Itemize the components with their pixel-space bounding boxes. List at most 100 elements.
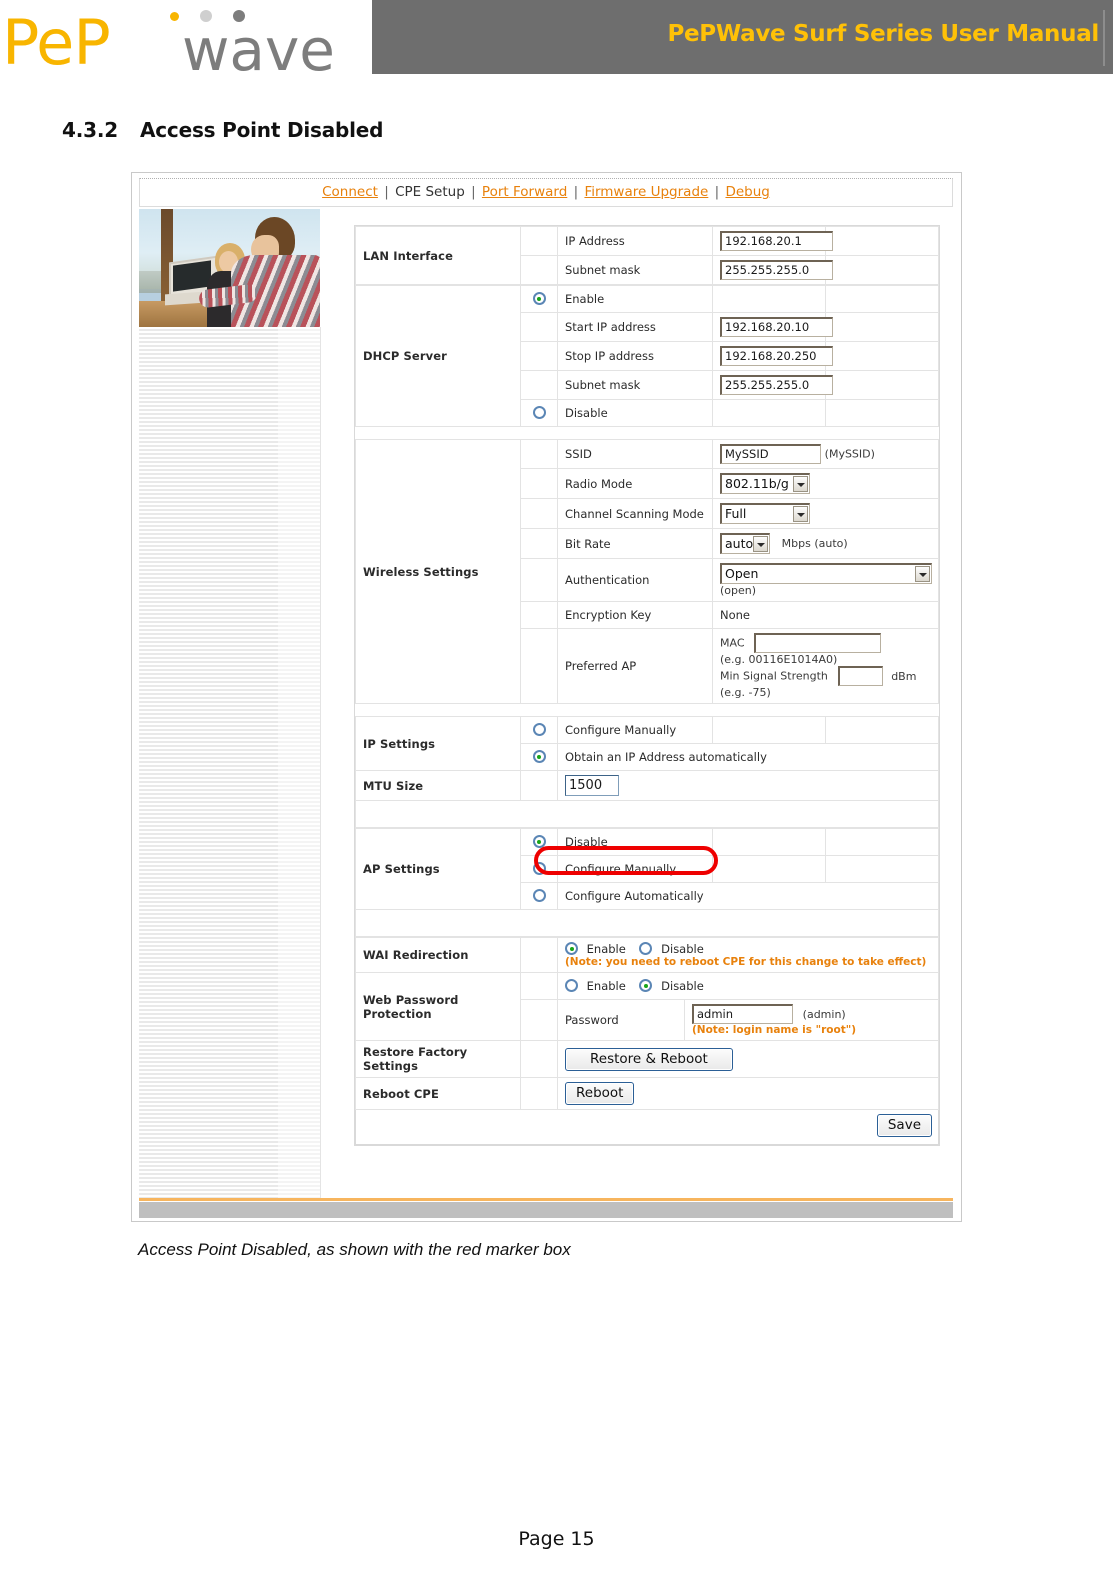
nav-separator: |: [573, 184, 579, 200]
header-title-rule: [1103, 10, 1105, 66]
spacer-cell: [520, 312, 558, 342]
system-settings-group: WAI Redirection Enable Disable (Note: yo…: [355, 937, 939, 1110]
empty-cell: [825, 828, 939, 856]
nav-link-port-forward[interactable]: Port Forward: [482, 184, 567, 200]
chevron-down-icon[interactable]: [793, 506, 808, 522]
wai-disable-label: Disable: [661, 942, 704, 956]
wai-enable-radio[interactable]: [565, 942, 578, 955]
footer-accent-line: [139, 1198, 953, 1201]
radio-mode-select[interactable]: 802.11b/g: [720, 473, 810, 494]
radio-mode-selected-value: 802.11b/g: [725, 476, 789, 491]
preferred-ap-mac-hint: (e.g. 00116E1014A0): [720, 653, 838, 666]
ssid-input[interactable]: MySSID: [720, 444, 821, 464]
authentication-select[interactable]: Open: [720, 563, 932, 584]
save-button[interactable]: Save: [876, 1114, 932, 1137]
spacer-cell: [520, 770, 558, 801]
chevron-down-icon[interactable]: [753, 536, 768, 552]
bit-rate-selected-value: auto: [725, 536, 754, 551]
ap-manual-radio-cell[interactable]: [520, 855, 558, 883]
nav-link-firmware-upgrade[interactable]: Firmware Upgrade: [584, 184, 708, 200]
dhcp-enable-radio-cell[interactable]: [520, 285, 558, 313]
browser-status-bar: [139, 1202, 953, 1218]
web-password-enable-radio[interactable]: [565, 979, 578, 992]
dhcp-subnet-mask-value-cell: 255.255.255.0: [712, 370, 833, 400]
reboot-button[interactable]: Reboot: [565, 1082, 635, 1105]
lan-subnet-mask-value-cell: 255.255.255.0: [712, 255, 833, 285]
ap-disable-radio[interactable]: [532, 835, 546, 848]
spacer-cell: [520, 601, 558, 629]
ap-configure-manually-radio[interactable]: [532, 862, 546, 875]
web-password-protection-label: Web Password Protection: [355, 972, 521, 1041]
logo-dot-yellow-icon: [170, 12, 179, 21]
lan-subnet-mask-input[interactable]: 255.255.255.0: [720, 260, 833, 280]
table-row-spacer: [355, 909, 939, 937]
ap-settings-group: AP Settings Disable Configure Manually C…: [355, 828, 939, 937]
preferred-ap-signal-label: Min Signal Strength: [720, 669, 828, 683]
empty-cell: [825, 370, 939, 400]
mtu-size-input[interactable]: 1500: [565, 775, 619, 796]
lan-ip-address-input[interactable]: 192.168.20.1: [720, 231, 833, 251]
spacer-cell: [520, 468, 558, 499]
chevron-down-icon[interactable]: [793, 476, 808, 492]
group-gap: [355, 427, 939, 439]
dhcp-stop-ip-input[interactable]: 192.168.20.250: [720, 346, 833, 366]
ip-obtain-automatically-radio[interactable]: [532, 750, 546, 763]
cpe-setup-panel: LAN Interface IP Address 192.168.20.1 Su…: [354, 225, 940, 1146]
password-input[interactable]: admin: [692, 1004, 793, 1024]
ap-disable-radio-cell[interactable]: [520, 828, 558, 856]
table-row: DHCP Server Enable: [355, 285, 939, 427]
dhcp-disable-radio-cell[interactable]: [520, 399, 558, 427]
empty-cell: [825, 716, 939, 744]
bit-rate-select[interactable]: auto: [720, 533, 770, 554]
dhcp-enable-label: Enable: [557, 285, 713, 313]
empty-cell: [712, 285, 826, 313]
dhcp-disable-radio[interactable]: [532, 406, 546, 419]
dhcp-start-ip-label: Start IP address: [557, 312, 713, 342]
wireless-settings-label: Wireless Settings: [355, 439, 521, 704]
empty-cell: [825, 399, 939, 427]
dhcp-enable-radio[interactable]: [532, 292, 546, 305]
preferred-ap-signal-hint: (e.g. -75): [720, 686, 771, 699]
authentication-selected-value: Open: [725, 566, 759, 581]
channel-scanning-mode-label: Channel Scanning Mode: [557, 498, 713, 529]
lan-ip-address-value-cell: 192.168.20.1: [712, 226, 833, 256]
channel-scanning-mode-select[interactable]: Full: [720, 503, 810, 524]
preferred-ap-signal-input[interactable]: [837, 666, 883, 686]
page-title: 4.3.2 Access Point Disabled: [62, 118, 383, 142]
empty-cell: [712, 828, 826, 856]
ip-manual-radio-cell[interactable]: [520, 716, 558, 744]
preferred-ap-mac-input[interactable]: [754, 633, 882, 653]
dhcp-subnet-mask-label: Subnet mask: [557, 370, 713, 400]
dhcp-start-ip-input[interactable]: 192.168.20.10: [720, 317, 833, 337]
dhcp-disable-label: Disable: [557, 399, 713, 427]
empty-cell: [712, 399, 826, 427]
encryption-key-value: None: [712, 601, 939, 629]
wai-redirection-note: (Note: you need to reboot CPE for this c…: [565, 956, 927, 968]
chevron-down-icon[interactable]: [915, 566, 930, 582]
restore-and-reboot-button[interactable]: Restore & Reboot: [565, 1047, 733, 1071]
wai-disable-radio[interactable]: [639, 942, 653, 955]
ap-configure-automatically-radio[interactable]: [532, 889, 546, 902]
empty-cell: [825, 855, 939, 883]
nav-link-debug[interactable]: Debug: [725, 184, 769, 200]
empty-cell: [825, 312, 939, 342]
web-password-disable-radio[interactable]: [639, 979, 653, 992]
encryption-key-label: Encryption Key: [557, 601, 713, 629]
empty-cell: [355, 800, 939, 828]
table-row: MTU Size 1500: [355, 770, 939, 801]
dhcp-subnet-mask-input[interactable]: 255.255.255.0: [720, 375, 833, 395]
web-ui-navbar: Connect | CPE Setup | Port Forward | Fir…: [139, 178, 953, 207]
lan-ip-address-label: IP Address: [557, 226, 713, 256]
mtu-size-value-cell: 1500: [557, 770, 939, 801]
nav-link-connect[interactable]: Connect: [322, 184, 378, 200]
lan-subnet-mask-label: Subnet mask: [557, 255, 713, 285]
preferred-ap-signal-unit: dBm: [891, 669, 917, 683]
table-row: Web Password Protection Enable Disable: [355, 972, 939, 1041]
spacer-cell: [520, 1077, 558, 1110]
web-password-toggle-cell: Enable Disable: [557, 972, 939, 1000]
ap-auto-radio-cell[interactable]: [520, 882, 558, 910]
ip-auto-radio-cell[interactable]: [520, 743, 558, 771]
empty-cell: [825, 285, 939, 313]
nav-link-cpe-setup[interactable]: CPE Setup: [395, 184, 465, 200]
ip-configure-manually-radio[interactable]: [532, 723, 546, 736]
